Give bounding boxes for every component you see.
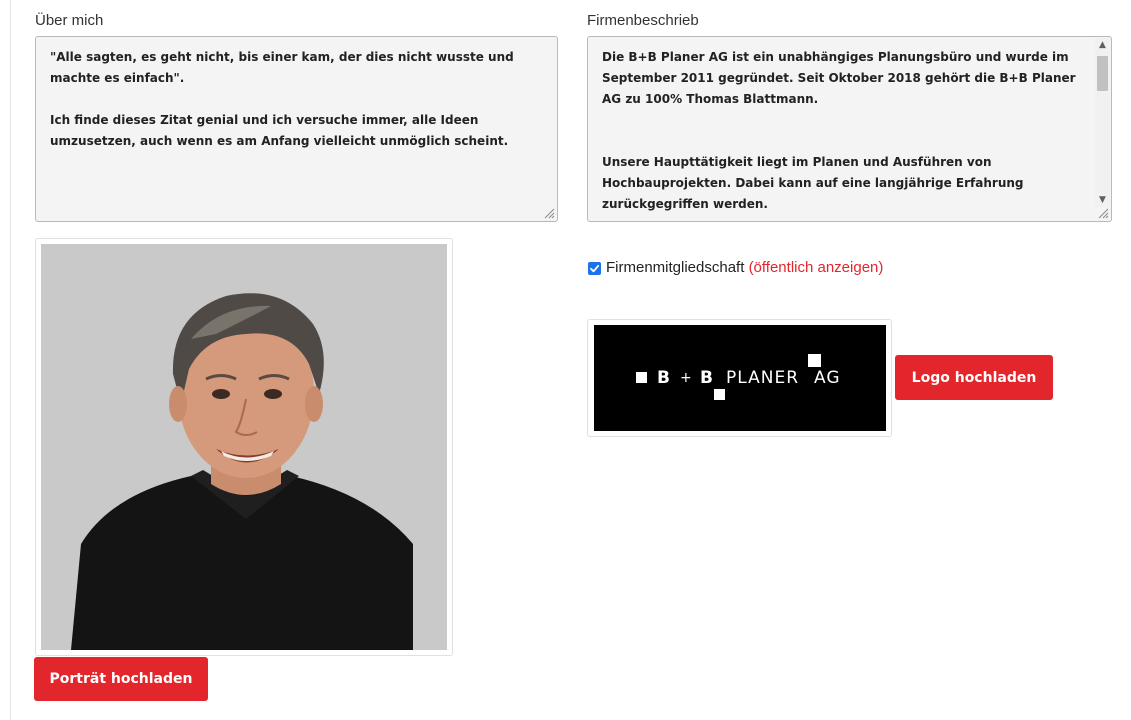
membership-label-text: Firmenmitgliedschaft bbox=[606, 259, 745, 276]
company-textarea[interactable]: Die B+B Planer AG ist ein unabhängiges P… bbox=[587, 36, 1112, 222]
portrait-upload-button[interactable]: Porträt hochladen bbox=[34, 657, 208, 701]
svg-text:B: B bbox=[657, 368, 670, 388]
portrait-photo bbox=[41, 244, 447, 650]
scroll-thumb[interactable] bbox=[1097, 56, 1108, 91]
company-label: Firmenbeschrieb bbox=[587, 12, 699, 29]
svg-text:B: B bbox=[700, 368, 713, 388]
company-scrollbar[interactable]: ▲ ▼ bbox=[1095, 38, 1110, 207]
portrait-frame bbox=[35, 238, 453, 656]
svg-text:AG: AG bbox=[814, 368, 841, 388]
membership-label[interactable]: Firmenmitgliedschaft (öffentlich anzeige… bbox=[606, 259, 883, 276]
logo-frame: B + B PLANER AG bbox=[587, 319, 892, 437]
svg-text:+: + bbox=[680, 370, 692, 386]
company-paragraph-1: Die B+B Planer AG ist ein unabhängiges P… bbox=[602, 50, 1080, 106]
scroll-down-icon[interactable]: ▼ bbox=[1095, 193, 1110, 207]
resize-grip-icon[interactable] bbox=[543, 207, 555, 219]
resize-grip-icon[interactable] bbox=[1097, 207, 1109, 219]
scroll-up-icon[interactable]: ▲ bbox=[1095, 38, 1110, 52]
membership-checkbox[interactable] bbox=[588, 262, 601, 275]
logo-upload-button[interactable]: Logo hochladen bbox=[895, 355, 1053, 400]
logo-graphic: B + B PLANER AG bbox=[636, 354, 841, 400]
about-textarea[interactable]: "Alle sagten, es geht nicht, bis einer k… bbox=[35, 36, 558, 222]
membership-public-note: (öffentlich anzeigen) bbox=[748, 259, 884, 276]
checkmark-icon bbox=[590, 264, 600, 273]
svg-text:PLANER: PLANER bbox=[726, 368, 799, 388]
about-label: Über mich bbox=[35, 12, 104, 29]
company-logo: B + B PLANER AG bbox=[594, 325, 886, 431]
page-left-border bbox=[10, 0, 11, 720]
about-paragraph-1: "Alle sagten, es geht nicht, bis einer k… bbox=[50, 50, 518, 85]
about-paragraph-2: Ich finde dieses Zitat genial und ich ve… bbox=[50, 113, 509, 148]
company-paragraph-2: Unsere Haupttätigkeit liegt im Planen un… bbox=[602, 155, 1028, 211]
